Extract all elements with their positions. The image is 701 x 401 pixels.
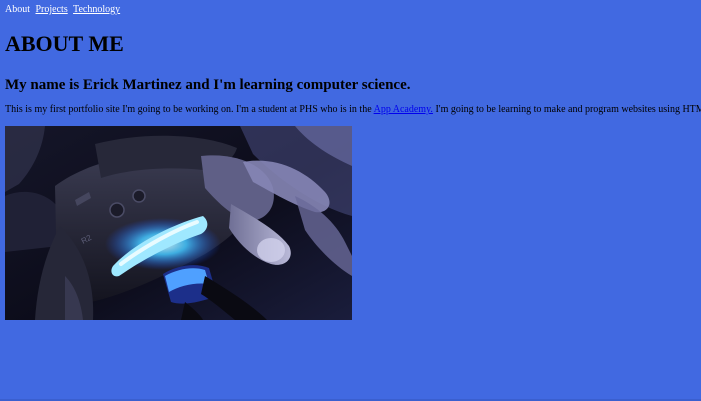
- intro-paragraph: This is my first portfolio site I'm goin…: [5, 103, 701, 117]
- nav-projects-link[interactable]: Projects: [36, 4, 68, 15]
- nav-about: About: [5, 4, 30, 15]
- page-subtitle: My name is Erick Martinez and I'm learni…: [5, 77, 411, 93]
- intro-text-after: I'm going to be learning to make and pro…: [432, 104, 701, 115]
- page-title: ABOUT ME: [5, 31, 124, 56]
- intro-text-before: This is my first portfolio site I'm goin…: [5, 104, 374, 115]
- nav-technology-link[interactable]: Technology: [73, 4, 120, 15]
- top-nav: About Projects Technology: [5, 4, 123, 16]
- app-academy-link[interactable]: App Academy.: [374, 104, 433, 115]
- controller-photo: R2: [5, 126, 352, 320]
